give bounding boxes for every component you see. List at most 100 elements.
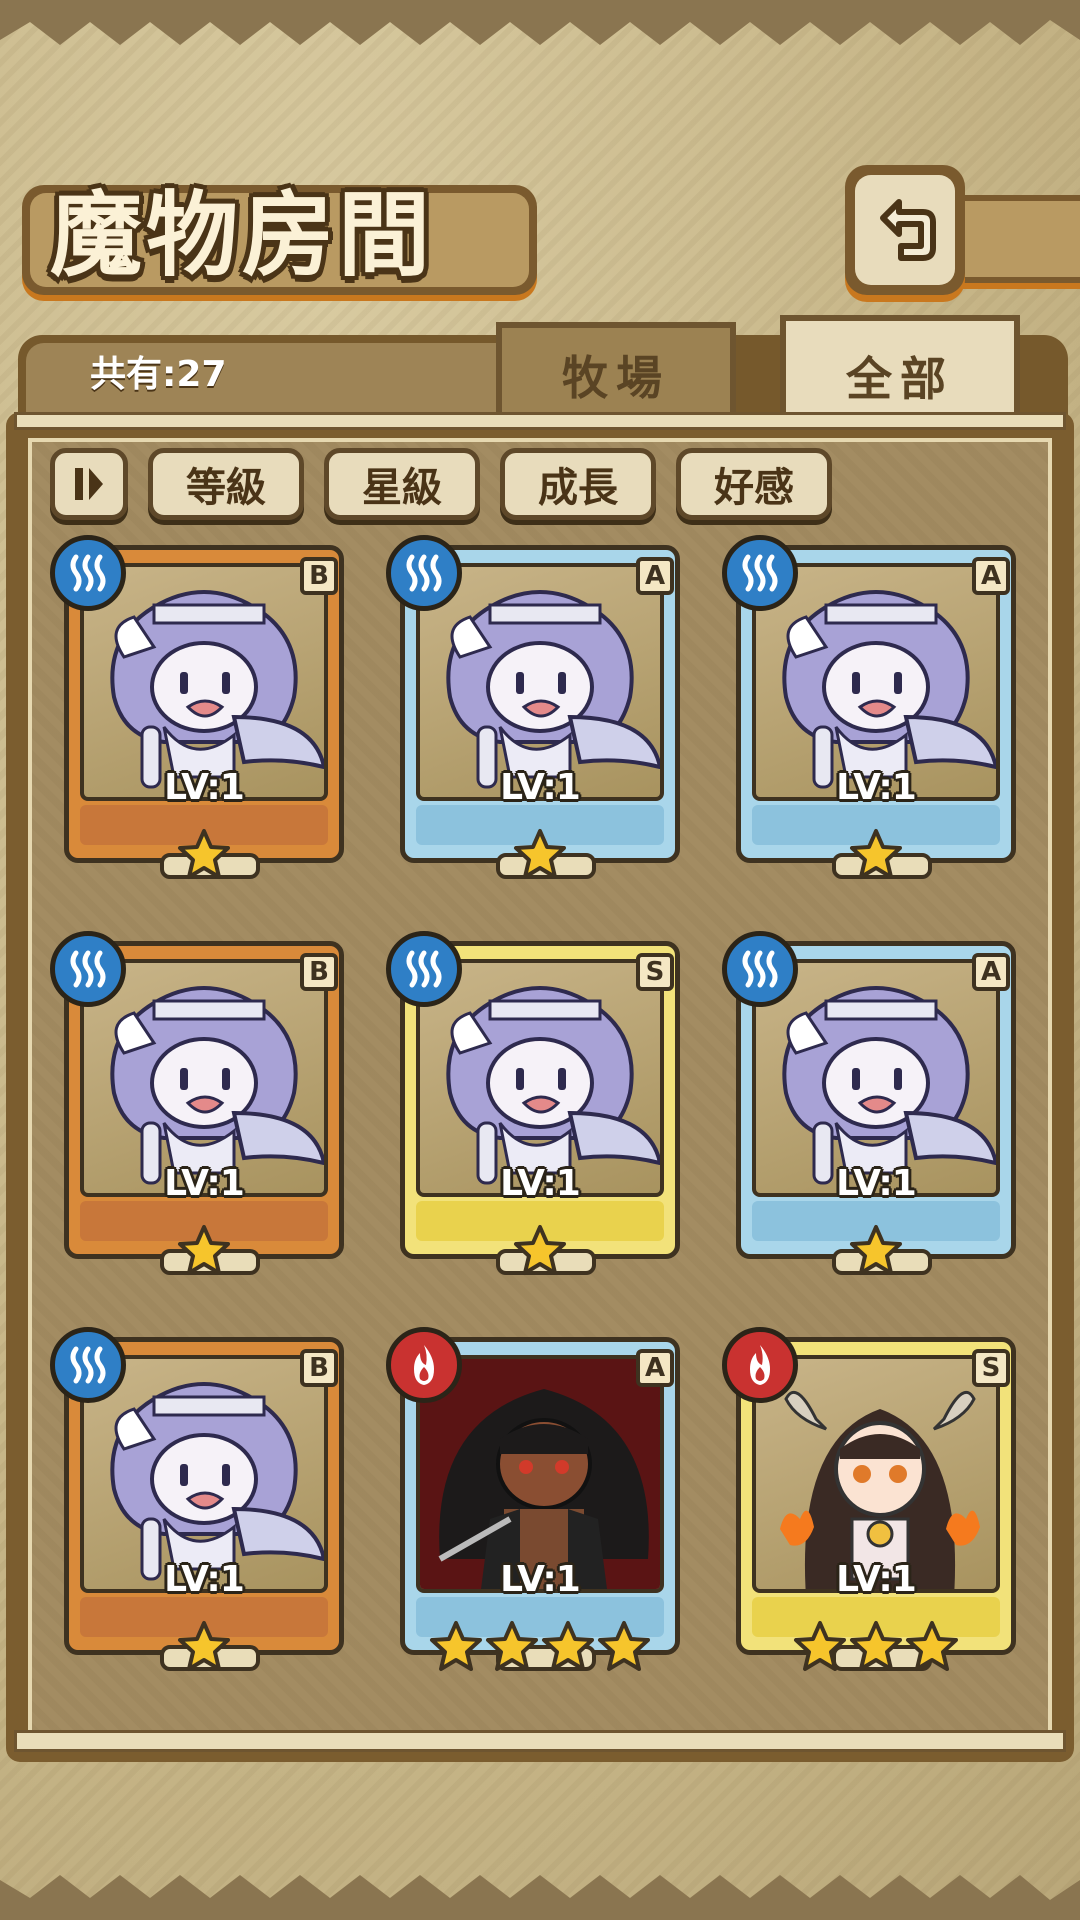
rank-badge: S (636, 953, 674, 991)
monster-card[interactable]: S LV:1 (722, 1327, 1022, 1672)
star-icon (430, 1621, 482, 1671)
rank-badge: A (972, 557, 1010, 595)
element-badge (50, 1327, 126, 1403)
monster-card[interactable]: B LV:1 (50, 535, 350, 880)
torn-edge-top (0, 0, 1080, 45)
water-element-icon (742, 950, 778, 988)
water-element-icon (742, 554, 778, 592)
rank-badge: B (300, 953, 338, 991)
monster-level: LV:1 (500, 1163, 581, 1204)
back-button-rail (955, 195, 1080, 283)
element-badge (386, 931, 462, 1007)
monster-card[interactable]: B LV:1 (50, 1327, 350, 1672)
star-rating (64, 1619, 344, 1675)
tab-ranch[interactable]: 牧場 (496, 322, 736, 422)
star-rating (64, 1223, 344, 1279)
panel-rail-bottom (14, 1730, 1066, 1752)
star-icon (906, 1621, 958, 1671)
monster-level: LV:1 (836, 1163, 917, 1204)
monster-portrait (80, 1355, 328, 1593)
star-icon (514, 1225, 566, 1275)
monster-level: LV:1 (164, 1163, 245, 1204)
harpy-girl-portrait (782, 986, 996, 1185)
monster-portrait (416, 959, 664, 1197)
star-icon (542, 1621, 594, 1671)
monster-card[interactable]: A LV:1 (722, 535, 1022, 880)
page-title: 魔物房間 (50, 181, 435, 289)
water-element-icon (406, 950, 442, 988)
harpy-girl-portrait (782, 590, 996, 789)
monster-count: 共有:27 (90, 354, 227, 395)
rank-badge: A (636, 1349, 674, 1387)
monster-card[interactable]: A LV:1 (386, 535, 686, 880)
fire-element-icon (414, 1345, 434, 1385)
filter-star-button[interactable]: 星級 (324, 448, 480, 520)
star-icon (794, 1621, 846, 1671)
element-badge (722, 535, 798, 611)
element-badge (50, 931, 126, 1007)
monster-portrait (752, 1355, 1000, 1593)
torn-edge-bottom (0, 1875, 1080, 1920)
monster-level: LV:1 (836, 767, 917, 808)
monster-portrait (752, 959, 1000, 1197)
monster-portrait (416, 563, 664, 801)
monster-level: LV:1 (500, 1559, 581, 1600)
monster-level: LV:1 (164, 767, 245, 808)
element-badge (50, 535, 126, 611)
star-rating (736, 1223, 1016, 1279)
filter-affection-button[interactable]: 好感 (676, 448, 832, 520)
harpy-girl-portrait (446, 986, 660, 1185)
panel-rail-top (14, 412, 1066, 430)
star-icon (850, 1621, 902, 1671)
monster-level: LV:1 (836, 1559, 917, 1600)
star-icon (850, 1225, 902, 1275)
monster-card[interactable]: S LV:1 (386, 931, 686, 1276)
water-element-icon (70, 950, 106, 988)
star-icon (178, 1621, 230, 1671)
harpy-girl-portrait (446, 590, 660, 789)
dark-warrior-girl-portrait (420, 1359, 660, 1589)
star-icon (486, 1621, 538, 1671)
monster-grid: B LV:1 A LV:1 A LV:1 B LV:1 S LV:1 A LV:1 B LV:1 A LV:1… (50, 535, 1035, 1695)
monster-portrait (80, 563, 328, 801)
star-rating (736, 827, 1016, 883)
monster-card[interactable]: B LV:1 (50, 931, 350, 1276)
harpy-girl-portrait (110, 986, 324, 1185)
star-icon (850, 829, 902, 879)
monster-card[interactable]: A LV:1 (722, 931, 1022, 1276)
monster-level: LV:1 (500, 767, 581, 808)
element-badge (722, 1327, 798, 1403)
filter-growth-button[interactable]: 成長 (500, 448, 656, 520)
fire-element-icon (750, 1345, 770, 1385)
water-element-icon (70, 1346, 106, 1384)
star-icon (598, 1621, 650, 1671)
back-return-icon (880, 199, 936, 261)
sort-filter-row: 等級 星級 成長 好感 (50, 448, 832, 520)
monster-portrait (80, 959, 328, 1197)
monster-portrait (416, 1355, 664, 1593)
star-icon (178, 1225, 230, 1275)
harpy-girl-portrait (110, 590, 324, 789)
sort-order-icon (75, 468, 103, 500)
element-badge (722, 931, 798, 1007)
horned-fire-girl-portrait (780, 1390, 980, 1589)
sort-order-button[interactable] (50, 448, 128, 520)
back-button[interactable] (845, 165, 965, 295)
rank-badge: B (300, 1349, 338, 1387)
element-badge (386, 1327, 462, 1403)
water-element-icon (406, 554, 442, 592)
monster-level: LV:1 (164, 1559, 245, 1600)
star-rating (400, 1619, 680, 1675)
rank-badge: A (636, 557, 674, 595)
rank-badge: S (972, 1349, 1010, 1387)
star-rating (400, 1223, 680, 1279)
element-badge (386, 535, 462, 611)
star-icon (514, 829, 566, 879)
monster-card[interactable]: A LV:1 (386, 1327, 686, 1672)
star-rating (736, 1619, 1016, 1675)
star-rating (64, 827, 344, 883)
star-rating (400, 827, 680, 883)
rank-badge: B (300, 557, 338, 595)
filter-level-button[interactable]: 等級 (148, 448, 304, 520)
harpy-girl-portrait (110, 1382, 324, 1581)
